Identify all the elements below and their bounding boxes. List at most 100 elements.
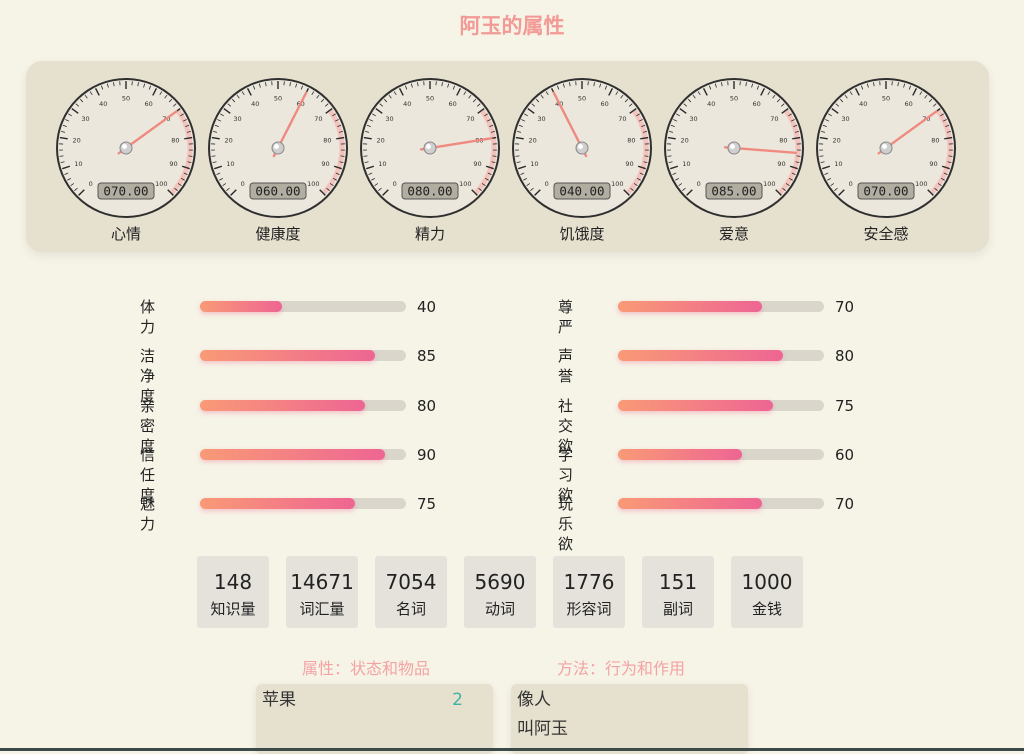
progress-bar-fill <box>618 301 762 312</box>
property-item-count: 2 <box>452 687 463 713</box>
gauge-tick <box>341 156 345 157</box>
progress-bar-fill <box>618 350 783 361</box>
stat-label: 体力 <box>140 297 155 337</box>
gauge-tick-label: 90 <box>929 160 937 168</box>
gauge-tick-label: 100 <box>763 180 775 188</box>
page-title: 阿玉的属性 <box>0 10 1024 40</box>
gauge-tick-label: 30 <box>689 115 697 123</box>
count-label: 知识量 <box>197 599 269 619</box>
methods-header: 方法：行为和作用 <box>557 655 685 679</box>
gauge-tick-label: 0 <box>849 180 853 188</box>
gauge-label: 爱意 <box>661 223 807 244</box>
progress-bar-fill <box>618 449 742 460</box>
progress-bar-fill <box>200 350 375 361</box>
count-label: 金钱 <box>731 599 803 619</box>
gauge-tick-label: 20 <box>224 137 232 145</box>
gauge-hub-highlight <box>882 144 887 149</box>
property-item[interactable]: 苹果 2 <box>262 687 463 713</box>
gauge-tick-label: 20 <box>680 137 688 145</box>
progress-bar-track <box>618 449 824 460</box>
gauge-tick-label: 60 <box>449 100 457 108</box>
stat-label: 尊严 <box>558 297 573 337</box>
gauge-readout: 070.00 <box>863 184 908 199</box>
stat-value: 75 <box>417 494 436 514</box>
gauge-tick-label: 10 <box>378 160 386 168</box>
gauge-tick-label: 0 <box>241 180 245 188</box>
gauge-label: 安全感 <box>813 223 959 244</box>
progress-bar-fill <box>618 400 773 411</box>
gauge-tick-label: 100 <box>915 180 927 188</box>
stat-label: 玩乐欲 <box>558 494 573 554</box>
gauge-tick-label: 80 <box>323 137 331 145</box>
count-value: 148 <box>197 569 269 595</box>
gauge-tick-label: 80 <box>171 137 179 145</box>
property-item-name: 苹果 <box>262 690 296 710</box>
stat-value: 90 <box>417 445 436 465</box>
gauge-tick <box>820 156 824 157</box>
gauge-tick-label: 10 <box>74 160 82 168</box>
gauge-hub-highlight <box>122 144 127 149</box>
count-value: 1776 <box>553 569 625 595</box>
count-label: 副词 <box>642 599 714 619</box>
gauge-hub-highlight <box>578 144 583 149</box>
gauge-tick-label: 90 <box>777 160 785 168</box>
gauge-dial: 0102030405060708090100080.00 <box>357 75 503 221</box>
gauge-tick-label: 70 <box>466 115 474 123</box>
gauge-label: 饥饿度 <box>509 223 655 244</box>
method-item[interactable]: 叫阿玉 <box>517 716 718 742</box>
progress-bar-fill <box>200 449 385 460</box>
progress-bar-fill <box>200 498 355 509</box>
progress-bar-track <box>200 498 406 509</box>
gauge-tick <box>60 156 64 157</box>
stat-value: 75 <box>835 396 854 416</box>
progress-bar-track <box>618 301 824 312</box>
gauge-readout: 060.00 <box>255 184 300 199</box>
gauge-hub-highlight <box>730 144 735 149</box>
gauge-tick-label: 30 <box>537 115 545 123</box>
gauge-energy: 0102030405060708090100080.00 精力 <box>357 75 503 245</box>
gauge-tick <box>516 156 520 157</box>
stat-label: 魅力 <box>140 494 155 534</box>
gauge-tick-label: 50 <box>122 95 130 103</box>
gauge-label: 心情 <box>53 223 199 244</box>
stat-value: 80 <box>417 396 436 416</box>
gauge-tick-label: 60 <box>601 100 609 108</box>
progress-bar-track <box>200 301 406 312</box>
gauge-health: 0102030405060708090100060.00 健康度 <box>205 75 351 245</box>
gauge-tick-label: 10 <box>226 160 234 168</box>
gauge-tick-label: 70 <box>618 115 626 123</box>
count-label: 动词 <box>464 599 536 619</box>
gauge-readout: 040.00 <box>559 184 604 199</box>
gauge-readout: 070.00 <box>103 184 148 199</box>
gauge-tick-label: 60 <box>145 100 153 108</box>
gauge-tick-label: 40 <box>251 100 259 108</box>
properties-header: 属性：状态和物品 <box>302 655 430 679</box>
gauge-tick-label: 100 <box>155 180 167 188</box>
progress-bar-track <box>618 400 824 411</box>
gauge-tick-label: 70 <box>770 115 778 123</box>
gauge-tick-label: 90 <box>473 160 481 168</box>
count-adverbs: 151 副词 <box>642 556 714 628</box>
count-money: 1000 金钱 <box>731 556 803 628</box>
gauge-tick-label: 20 <box>72 137 80 145</box>
gauge-readout: 085.00 <box>711 184 756 199</box>
gauge-panel: 0 10 20 30 40 50 60 70 80 90 100 070.00 心情 0 10 20 30 4… <box>26 61 989 252</box>
stat-value: 80 <box>835 346 854 366</box>
gauge-label: 精力 <box>357 223 503 244</box>
count-value: 14671 <box>286 569 358 595</box>
gauge-tick-label: 10 <box>834 160 842 168</box>
gauge-dial: 0102030405060708090100085.00 <box>661 75 807 221</box>
count-verbs: 5690 动词 <box>464 556 536 628</box>
progress-bar-track <box>618 350 824 361</box>
gauge-tick <box>493 156 497 157</box>
progress-bar-fill <box>200 400 365 411</box>
gauge-tick <box>645 156 649 157</box>
progress-bar-fill <box>618 498 762 509</box>
gauge-tick-label: 40 <box>403 100 411 108</box>
count-nouns: 7054 名词 <box>375 556 447 628</box>
gauge-hub-highlight <box>274 144 279 149</box>
gauge-tick-label: 50 <box>274 95 282 103</box>
method-item[interactable]: 像人 <box>517 687 718 713</box>
gauge-hunger: 0102030405060708090100040.00 饥饿度 <box>509 75 655 245</box>
gauge-tick-label: 80 <box>779 137 787 145</box>
